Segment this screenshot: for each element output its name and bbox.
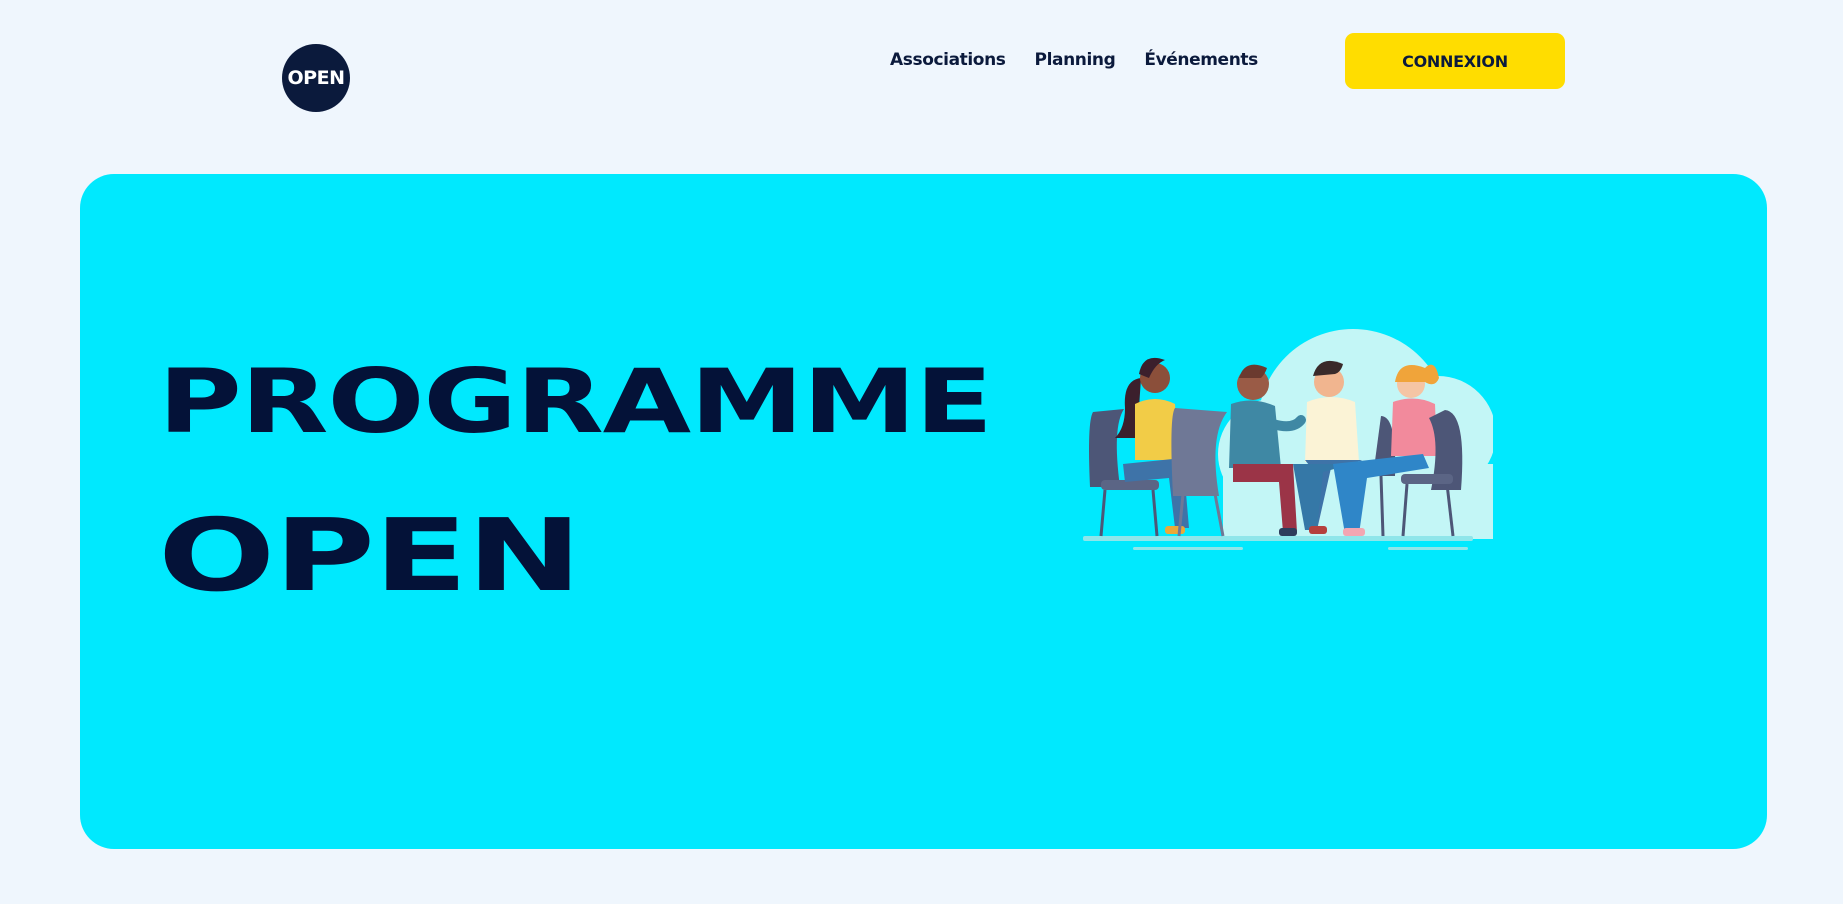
logo[interactable]: OPEN (282, 44, 350, 112)
connexion-button[interactable]: CONNEXION (1345, 33, 1565, 89)
nav-item-evenements[interactable]: Événements (1144, 50, 1258, 70)
main-nav: Associations Planning Événements (890, 47, 1258, 73)
hero-title: PROGRAMME OPEN (158, 358, 993, 606)
hero-banner: PROGRAMME OPEN (80, 174, 1767, 849)
group-discussion-illustration (1083, 329, 1493, 550)
page: OPEN Associations Planning Événements CO… (0, 0, 1843, 904)
floor-line (1083, 536, 1473, 541)
hero-title-line-1: PROGRAMME (158, 350, 993, 453)
nav-item-associations[interactable]: Associations (890, 50, 1006, 70)
nav-item-planning[interactable]: Planning (1035, 50, 1116, 70)
hero-title-line-2: OPEN (158, 497, 582, 614)
logo-text: OPEN (287, 67, 345, 89)
chair-middle (1171, 408, 1227, 537)
